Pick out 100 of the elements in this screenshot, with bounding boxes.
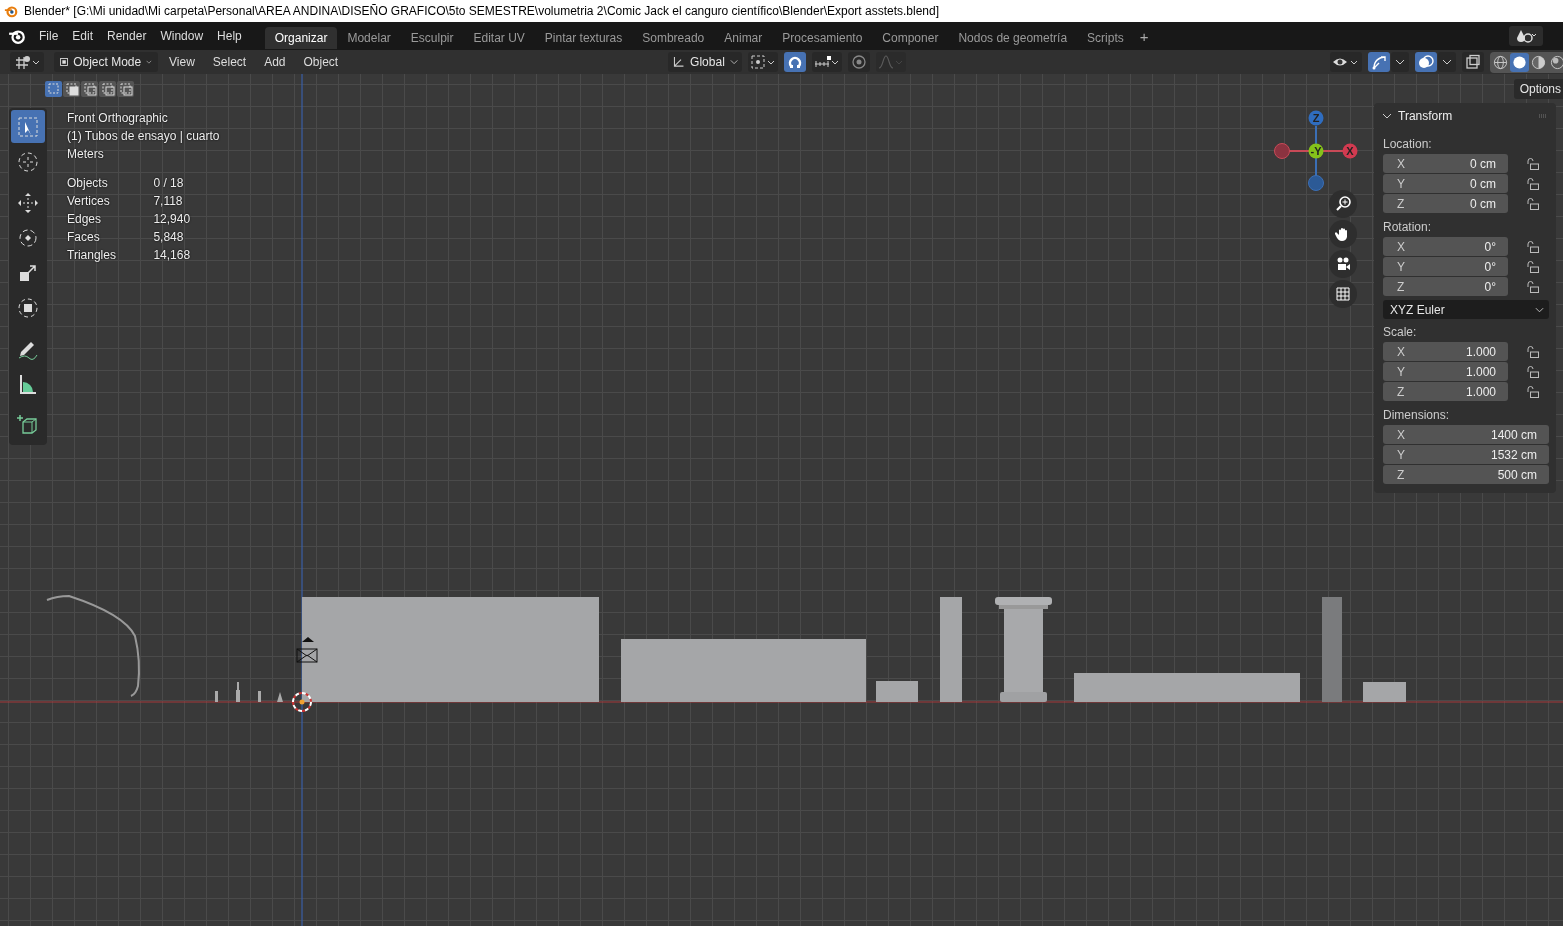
projection-button[interactable] <box>1329 280 1357 308</box>
orientation-dropdown[interactable]: Global <box>668 52 742 72</box>
stat-label: Edges <box>67 211 103 228</box>
snap-target-button[interactable] <box>812 52 842 72</box>
rotation-mode-dropdown[interactable]: XYZ Euler <box>1383 300 1549 319</box>
workspace-tab[interactable]: Esculpir <box>400 27 464 49</box>
workspace-tab[interactable]: Pintar texturas <box>534 27 633 49</box>
lock-icon[interactable] <box>1526 280 1540 293</box>
number-field[interactable]: Z 0° <box>1383 277 1508 296</box>
overlays-dropdown[interactable] <box>1438 52 1456 72</box>
intersect-selection-mode-button[interactable] <box>117 81 134 97</box>
lock-icon[interactable] <box>1526 365 1540 378</box>
workspace-tab[interactable]: Animar <box>714 27 773 49</box>
axes-icon <box>672 54 686 70</box>
curve-icon <box>878 54 904 70</box>
number-field[interactable]: X 0° <box>1383 237 1508 256</box>
caret-icon <box>146 59 152 65</box>
collapse-icon[interactable] <box>1382 113 1392 119</box>
add-workspace-button[interactable]: + <box>1133 27 1155 45</box>
mode-dropdown[interactable]: Object Mode <box>54 52 158 72</box>
section-label: Scale: <box>1382 324 1418 341</box>
options-button[interactable]: Options <box>1513 79 1563 99</box>
zoom-button[interactable] <box>1329 190 1357 218</box>
difference-selection-mode-button[interactable] <box>99 81 116 97</box>
overlays-toggle-button[interactable] <box>1415 52 1437 72</box>
gizmo-toggle-button[interactable] <box>1368 52 1390 72</box>
menu-item[interactable]: Render <box>100 29 154 43</box>
squares-icon <box>82 82 97 96</box>
lock-icon[interactable] <box>1526 157 1540 170</box>
subtract-selection-mode-button[interactable] <box>81 81 98 97</box>
app-logo-icon[interactable] <box>8 27 26 45</box>
menu-item[interactable]: Edit <box>65 29 101 43</box>
number-field[interactable]: Y 1532 cm <box>1383 445 1549 464</box>
workspace-tab[interactable]: Organizar <box>264 27 338 49</box>
lock-icon[interactable] <box>1526 177 1540 190</box>
overlapping-circles-icon <box>1418 54 1434 70</box>
number-field[interactable]: Z 1.000 <box>1383 382 1508 401</box>
solid-shading-button[interactable] <box>1510 52 1529 72</box>
visibility-button[interactable] <box>1330 52 1362 72</box>
target-icon <box>851 54 867 70</box>
add-cube-icon <box>16 412 40 437</box>
increment-icon <box>814 54 840 70</box>
camera-view-button[interactable] <box>1329 250 1357 278</box>
number-field[interactable]: X 0 cm <box>1383 154 1508 173</box>
select-icon <box>16 114 40 139</box>
pivot-point-button[interactable] <box>748 52 778 72</box>
lock-icon[interactable] <box>1526 197 1540 210</box>
grid-icon <box>14 54 40 70</box>
proportional-editing-button[interactable] <box>848 52 870 72</box>
window-title: Blender* [G:\Mi unidad\Mi carpeta\Personal\AREA ANDINA\DISEÑO GRAFICO\5to SEMESTRE\volumetria 2\Comic Jack el canguro científico\Blender\Export asstets.blend] <box>24 4 940 18</box>
xray-toggle-button[interactable] <box>1462 52 1484 72</box>
number-field[interactable]: Y 0° <box>1383 257 1508 276</box>
workspace-tab[interactable]: Procesamiento <box>772 27 873 49</box>
squares-icon <box>46 82 61 96</box>
workspace-tab[interactable]: Scripts <box>1077 27 1134 49</box>
scene-selector-button[interactable] <box>1509 26 1543 46</box>
y-axis-handle[interactable]: -Y <box>1308 143 1324 159</box>
header-menu-item[interactable]: Select <box>205 55 254 69</box>
workspace-tab[interactable]: Editar UV <box>463 27 535 49</box>
header-menu-item[interactable]: View <box>162 55 202 69</box>
lock-icon[interactable] <box>1526 260 1540 273</box>
extend-selection-mode-button[interactable] <box>63 81 80 97</box>
number-field[interactable]: X 1.000 <box>1383 342 1508 361</box>
squares-icon <box>100 82 115 96</box>
number-field[interactable]: Z 0 cm <box>1383 194 1508 213</box>
section-label: Dimensions: <box>1382 407 1451 424</box>
stat-value: 12,940 <box>153 211 192 228</box>
lock-icon[interactable] <box>1526 385 1540 398</box>
workspace-tab[interactable]: Sombreado <box>632 27 715 49</box>
stat-value: 7,118 <box>153 193 184 210</box>
overlapping-squares-icon <box>1465 54 1481 70</box>
workspace-tab[interactable]: Componer <box>872 27 949 49</box>
number-field[interactable]: Y 1.000 <box>1383 362 1508 381</box>
sphere-icon <box>1531 54 1546 70</box>
negative-x-axis-handle[interactable] <box>1274 143 1290 159</box>
3d-cursor-icon <box>292 692 312 712</box>
negative-z-axis-handle[interactable] <box>1308 175 1324 191</box>
snap-toggle-button[interactable] <box>784 52 806 72</box>
number-field[interactable]: Z 500 cm <box>1383 465 1549 484</box>
select-tool-button[interactable] <box>11 110 45 143</box>
panel-title[interactable]: Transform <box>1398 109 1453 123</box>
menu-item[interactable]: File <box>32 29 66 43</box>
menu-item[interactable]: Help <box>210 29 249 43</box>
grid-icon <box>1335 286 1351 302</box>
lock-icon[interactable] <box>1526 240 1540 253</box>
workspace-tab[interactable]: Modelar <box>337 27 401 49</box>
editor-type-button[interactable] <box>10 52 44 72</box>
drag-handle-icon[interactable] <box>1538 114 1548 118</box>
header-menu-item[interactable]: Add <box>257 55 293 69</box>
number-field[interactable]: Y 0 cm <box>1383 174 1508 193</box>
stat-label: Faces <box>67 229 101 246</box>
curved-arrow-icon <box>1371 54 1387 70</box>
workspace-tab[interactable]: Nodos de geometría <box>948 27 1078 49</box>
menu-item[interactable]: Window <box>153 29 211 43</box>
magnifier-icon <box>1335 196 1351 212</box>
number-field[interactable]: X 1400 cm <box>1383 425 1549 444</box>
header-menu-item[interactable]: Object <box>296 55 346 69</box>
lock-icon[interactable] <box>1526 345 1540 358</box>
gizmo-dropdown[interactable] <box>1391 52 1409 72</box>
pan-button[interactable] <box>1329 220 1357 248</box>
